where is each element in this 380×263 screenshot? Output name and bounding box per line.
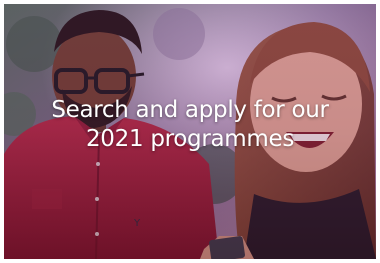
headline-line-2: 2021 programmes (85, 126, 295, 152)
headline-line-1: Search and apply for our (51, 97, 329, 123)
hero-banner[interactable]: Y Search and apply for our 2021 programm… (4, 4, 376, 259)
hero-headline[interactable]: Search and apply for our 2021 programmes (4, 96, 376, 154)
